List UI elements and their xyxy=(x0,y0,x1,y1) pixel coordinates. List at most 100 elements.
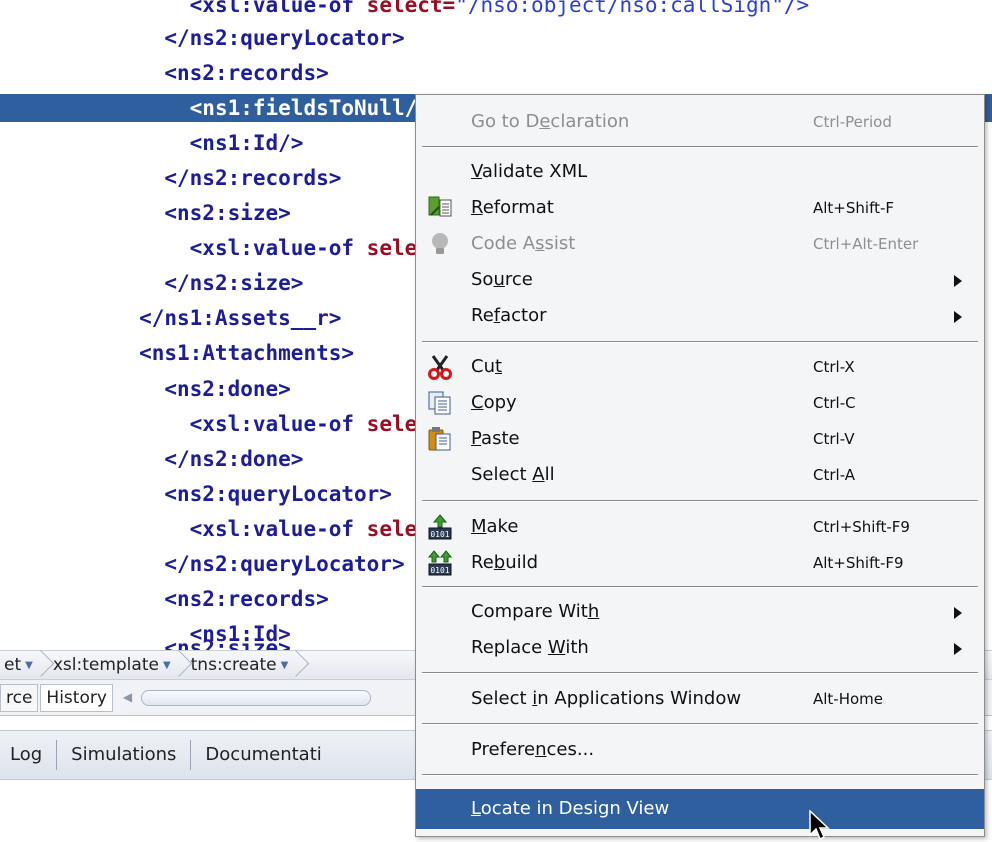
menu-item-shortcut: Alt+Shift-F9 xyxy=(813,554,904,572)
menu-item-label: Preferences... xyxy=(471,739,595,760)
tab-log[interactable]: Log xyxy=(0,740,58,770)
menu-item-select-in-applications-window[interactable]: Select in Applications Window Alt-Home xyxy=(416,681,984,717)
menu-item-label: Code Assist xyxy=(471,233,576,254)
menu-item-make[interactable]: 0101 Make Ctrl+Shift-F9 xyxy=(416,509,984,545)
menu-item-label: Select in Applications Window xyxy=(471,688,742,709)
menu-item-label: Reformat xyxy=(471,197,554,218)
xml-tag: <xsl:value-of xyxy=(189,517,367,541)
xml-tag: <xsl:value-of xyxy=(189,412,367,436)
xml-tag: <ns2:size> xyxy=(164,636,291,650)
lightbulb-icon xyxy=(427,231,453,257)
tab-documentati[interactable]: Documentati xyxy=(191,740,335,770)
menu-item-label: Replace With xyxy=(471,637,589,658)
menu-item-preferences[interactable]: Preferences... xyxy=(416,732,984,768)
context-menu: Go to Declaration Ctrl-Period Validate XML… xyxy=(415,94,985,837)
paste-icon xyxy=(427,426,453,452)
menu-item-paste[interactable]: Paste Ctrl-V xyxy=(416,421,984,457)
scrollbar-track[interactable] xyxy=(140,689,371,706)
xml-tag: <xsl:value-of xyxy=(189,236,367,260)
menu-item-cut[interactable]: Cut Ctrl-X xyxy=(416,349,984,385)
xml-tag: </ns2:done> xyxy=(164,447,304,471)
menu-item-shortcut: Ctrl-Period xyxy=(813,113,892,131)
menu-separator xyxy=(422,672,978,674)
menu-item-compare-with[interactable]: Compare With xyxy=(416,594,984,630)
svg-text:0101: 0101 xyxy=(430,566,449,575)
code-line[interactable]: <ns2:records> xyxy=(0,59,992,87)
xml-tag: <ns2:done> xyxy=(164,377,291,401)
xml-tag: </ns1:Assets__r> xyxy=(139,306,342,330)
mouse-cursor-icon xyxy=(809,810,830,841)
menu-separator xyxy=(422,774,978,776)
menu-item-replace-with[interactable]: Replace With xyxy=(416,630,984,666)
menu-item-shortcut: Alt+Shift-F xyxy=(813,199,895,217)
breadcrumb-label: tns:create xyxy=(190,655,277,675)
breadcrumb-item[interactable]: xsl:template ▼ xyxy=(49,650,175,680)
menu-item-shortcut: Ctrl-A xyxy=(813,466,856,484)
xml-tag: <ns2:size> xyxy=(164,201,291,225)
xml-tag: <xsl:value-of xyxy=(189,0,367,17)
menu-item-code-assist[interactable]: Code Assist Ctrl+Alt-Enter xyxy=(416,226,984,262)
menu-item-go-to-declaration[interactable]: Go to Declaration Ctrl-Period xyxy=(416,104,984,140)
menu-item-label: Make xyxy=(471,516,519,537)
menu-item-refactor[interactable]: Refactor xyxy=(416,298,984,334)
menu-item-label: Go to Declaration xyxy=(471,111,630,132)
xml-attribute-value: "/nso:object/nso:callSign"/> xyxy=(455,0,810,17)
menu-item-label: Rebuild xyxy=(471,552,539,573)
breadcrumb-separator xyxy=(37,650,49,680)
xml-attribute: select= xyxy=(366,0,456,17)
xml-tag: </ns2:records> xyxy=(164,166,342,190)
menu-item-validate-xml[interactable]: Validate XML xyxy=(416,154,984,190)
breadcrumb-separator xyxy=(292,650,304,680)
horizontal-scrollbar[interactable]: ◀ xyxy=(123,689,373,707)
menu-item-label: Compare With xyxy=(471,601,600,622)
code-line[interactable]: <xsl:value-of select="/nso:object/nso:ca… xyxy=(0,0,992,19)
submenu-arrow-icon xyxy=(954,607,962,619)
menu-item-rebuild[interactable]: 0101 Rebuild Alt+Shift-F9 xyxy=(416,545,984,581)
menu-item-source[interactable]: Source xyxy=(416,262,984,298)
menu-separator xyxy=(422,723,978,725)
rebuild-icon: 0101 xyxy=(427,550,453,576)
menu-item-shortcut: Ctrl-C xyxy=(813,394,856,412)
menu-item-shortcut: Ctrl+Shift-F9 xyxy=(813,518,910,536)
menu-item-label: Locate in Design View xyxy=(471,798,670,819)
submenu-arrow-icon xyxy=(954,275,962,287)
menu-separator xyxy=(422,146,978,148)
tab-rce[interactable]: rce xyxy=(0,683,39,712)
menu-item-select-all[interactable]: Select All Ctrl-A xyxy=(416,457,984,493)
menu-separator xyxy=(422,500,978,502)
menu-item-label: Copy xyxy=(471,392,517,413)
make-icon: 0101 xyxy=(427,514,453,540)
breadcrumb-label: xsl:template xyxy=(52,655,159,675)
xml-tag: </ns2:size> xyxy=(164,271,304,295)
xml-tag: </ns2:queryLocator> xyxy=(164,552,405,576)
menu-item-label: Select All xyxy=(471,464,555,485)
breadcrumb-label: et xyxy=(4,655,22,675)
menu-item-copy[interactable]: Copy Ctrl-C xyxy=(416,385,984,421)
tab-simulations[interactable]: Simulations xyxy=(57,740,192,770)
menu-item-shortcut: Ctrl+Alt-Enter xyxy=(813,235,919,253)
scroll-left-icon[interactable]: ◀ xyxy=(123,690,132,704)
breadcrumb-separator xyxy=(175,650,187,680)
menu-item-shortcut: Ctrl-X xyxy=(813,358,855,376)
menu-item-shortcut: Ctrl-V xyxy=(813,430,855,448)
menu-item-shortcut: Alt-Home xyxy=(813,690,884,708)
menu-item-reformat[interactable]: Reformat Alt+Shift-F xyxy=(416,190,984,226)
scissors-icon xyxy=(427,354,453,380)
breadcrumb-item[interactable]: tns:create ▼ xyxy=(187,650,293,680)
code-line[interactable]: </ns2:queryLocator> xyxy=(0,24,992,52)
svg-text:0101: 0101 xyxy=(430,530,449,539)
tab-history[interactable]: History xyxy=(40,683,113,712)
menu-item-locate-in-design-view[interactable]: Locate in Design View xyxy=(416,789,984,829)
